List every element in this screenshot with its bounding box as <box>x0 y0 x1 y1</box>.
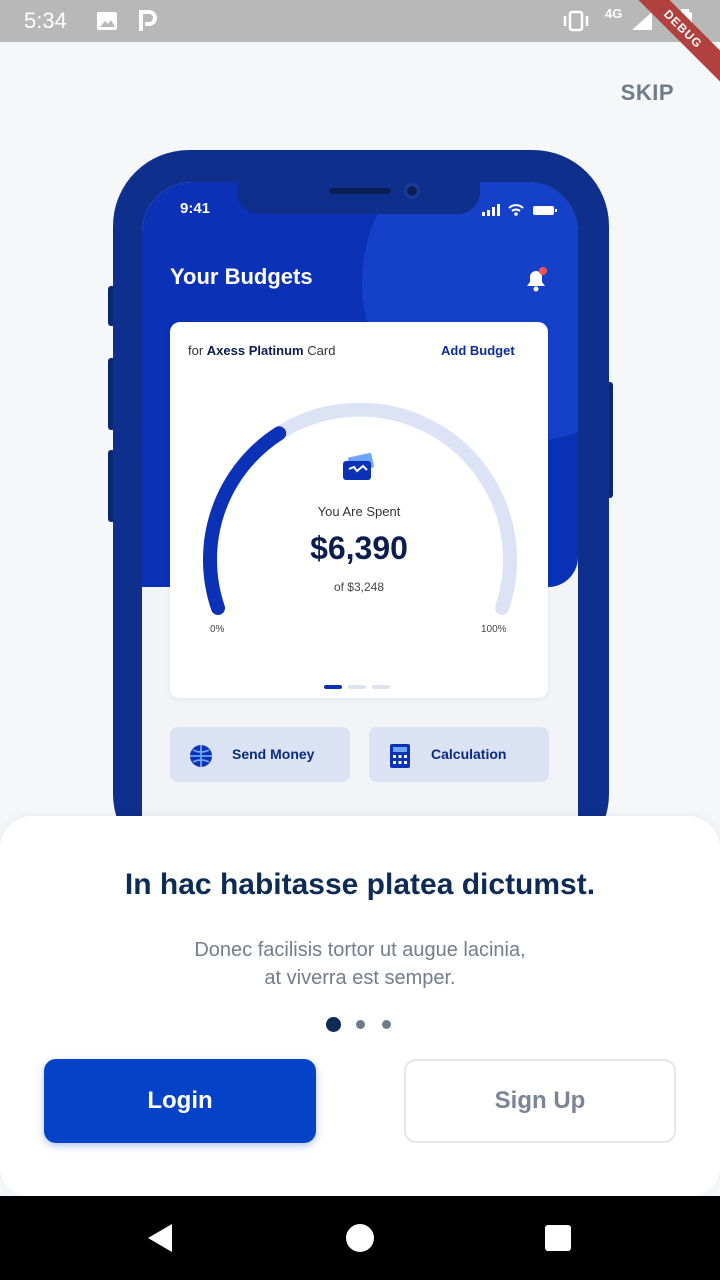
pager-dot[interactable] <box>326 1016 341 1032</box>
calculator-icon <box>390 744 410 768</box>
gauge-max-label: 100% <box>481 624 507 635</box>
onboarding-description: Donec facilisis tortor ut augue lacinia,… <box>100 936 620 992</box>
phone-camera <box>404 183 420 199</box>
send-money-label: Send Money <box>232 746 315 762</box>
phone-notch <box>237 182 480 214</box>
pager-dot[interactable] <box>356 1019 365 1029</box>
skip-button[interactable]: SKIP <box>621 80 674 106</box>
description-line-1: Donec facilisis tortor ut augue lacinia, <box>194 939 526 961</box>
mockup-time: 9:41 <box>180 200 211 217</box>
globe-icon <box>190 745 212 767</box>
vibrate-icon <box>563 10 589 32</box>
card-pager-dot <box>348 685 366 689</box>
send-money-button: Send Money <box>170 727 350 782</box>
status-time: 5:34 <box>24 8 67 33</box>
bell-icon <box>527 267 547 292</box>
calculation-label: Calculation <box>431 746 507 762</box>
card-pager <box>324 676 396 694</box>
onboarding-pager <box>326 1016 396 1032</box>
card-pager-dot <box>324 685 342 689</box>
pager-dot[interactable] <box>382 1019 391 1029</box>
spent-label: You Are Spent <box>317 504 401 519</box>
gauge-min-label: 0% <box>210 624 225 635</box>
recent-apps-icon[interactable] <box>545 1225 571 1251</box>
add-budget-link: Add Budget <box>441 343 515 358</box>
signup-button[interactable]: Sign Up <box>404 1059 676 1143</box>
calculation-button: Calculation <box>369 727 549 782</box>
description-line-2: at viverra est semper. <box>264 967 456 989</box>
onboarding-title: In hac habitasse platea dictumst. <box>124 868 596 901</box>
login-button[interactable]: Login <box>44 1059 316 1143</box>
home-icon[interactable] <box>346 1224 374 1252</box>
status-bar: 5:34 4G <box>0 0 720 42</box>
image-icon <box>97 12 117 30</box>
mockup-title: Your Budgets <box>170 264 313 289</box>
mockup-status-icons <box>482 204 557 216</box>
spent-amount: $6,390 <box>310 530 408 566</box>
back-icon[interactable] <box>146 1222 174 1254</box>
card-for-label: for Axess Platinum Card <box>188 343 336 358</box>
wallet-icon <box>343 453 374 480</box>
card-pager-dot <box>372 685 390 689</box>
phone-speaker <box>329 188 391 194</box>
network-label: 4G <box>605 6 623 21</box>
parking-icon <box>139 10 157 31</box>
debug-banner: DEBUG <box>630 0 720 90</box>
spent-of-amount: of $3,248 <box>333 580 385 594</box>
